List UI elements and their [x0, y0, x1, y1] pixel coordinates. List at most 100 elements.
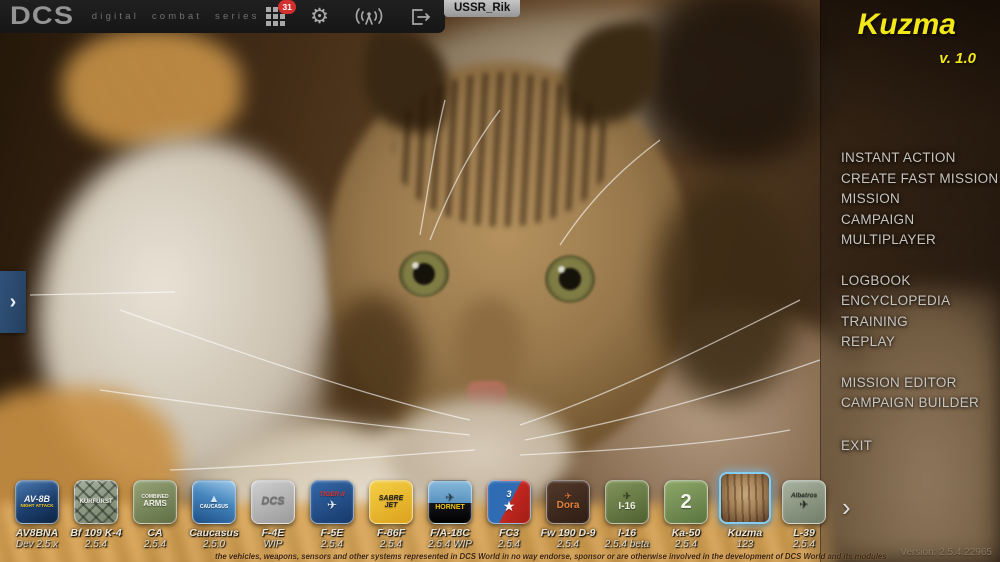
- module-version: 2.5.4: [379, 539, 403, 550]
- menu-group-editors: MISSION EDITOR CAMPAIGN BUILDER: [841, 373, 998, 414]
- module-version: 2.5.4: [556, 539, 580, 550]
- module-i-16[interactable]: ✈ I-16 I-16 2.5.4 beta: [604, 480, 650, 550]
- cat-eye-left: [399, 251, 449, 297]
- menu-item-encyclopedia[interactable]: ENCYCLOPEDIA: [841, 291, 998, 312]
- module-version: 2.5.4: [143, 539, 167, 550]
- module-icon: AV-8B NIGHT ATTACK: [15, 480, 59, 524]
- module-ka-50[interactable]: 2 Ka-50 2.5.4: [663, 480, 709, 550]
- module-f-4e[interactable]: DCS F-4E WIP: [250, 480, 296, 550]
- module-icon-text: Dora: [556, 500, 580, 512]
- left-slideout-tab[interactable]: ›: [0, 271, 26, 333]
- menu-item-multiplayer[interactable]: MULTIPLAYER: [841, 230, 998, 251]
- module-icon-text: ARMS: [143, 499, 167, 509]
- module-version: 2.5.4: [497, 539, 521, 550]
- menu-item-replay[interactable]: REPLAY: [841, 332, 998, 353]
- module-name: F-4E: [261, 527, 285, 539]
- logout-icon[interactable]: [409, 7, 431, 27]
- module-f-5e[interactable]: TIGER II ✈ F-5E 2.5.4: [309, 480, 355, 550]
- module-fc3[interactable]: 3 ★ FC3 2.5.4: [486, 480, 532, 550]
- module-manager-badge: 31: [278, 0, 297, 14]
- module-name: Fw 190 D-9: [540, 527, 596, 539]
- module-name: FC3: [499, 527, 519, 539]
- module-icon-text: ★: [502, 498, 516, 515]
- menu-item-instant-action[interactable]: INSTANT ACTION: [841, 148, 998, 169]
- module-name: Ka-50: [671, 527, 701, 539]
- module-caucasus[interactable]: ▲ CAUCASUS Caucasus 2.5.0: [189, 480, 239, 550]
- module-icon-text: DCS: [261, 495, 285, 508]
- dcs-logo: DCS: [10, 2, 75, 30]
- menu-item-training[interactable]: TRAINING: [841, 312, 998, 333]
- module-icon: [719, 472, 771, 524]
- module-name: Caucasus: [189, 527, 239, 539]
- module-icon: SABRE JET: [369, 480, 413, 524]
- module-icon: COMBINED ARMS: [133, 480, 177, 524]
- menu-group-play: INSTANT ACTION CREATE FAST MISSION MISSION…: [841, 148, 998, 251]
- module-icon: KURFÜRST: [74, 480, 118, 524]
- wallpaper-layer: [412, 262, 419, 269]
- menu-item-exit[interactable]: EXIT: [841, 436, 998, 457]
- module-bf-109-k-4[interactable]: KURFÜRST Bf 109 K-4 2.5.4: [70, 480, 122, 550]
- module-icon-text: 2: [680, 490, 692, 513]
- user-profile-tab[interactable]: USSR_Rik: [444, 0, 521, 17]
- module-f-86f[interactable]: SABRE JET F-86F 2.5.4: [368, 480, 414, 550]
- menu-item-create-fast-mission[interactable]: CREATE FAST MISSION: [841, 169, 998, 190]
- dcs-tagline: digital combat series: [91, 11, 260, 22]
- module-icon-text: KURFÜRST: [79, 498, 113, 505]
- cat-eye-right: [545, 255, 595, 303]
- wallpaper-layer: [326, 295, 421, 430]
- main-menu: INSTANT ACTION CREATE FAST MISSION MISSION…: [841, 148, 998, 456]
- module-version: 2.5.4: [792, 539, 816, 550]
- top-bar-icons: 31 ⚙: [266, 0, 431, 28]
- module-manager-icon[interactable]: 31: [266, 0, 297, 26]
- module-f-a-18c[interactable]: ✈ HORNET F/A-18C 2.5.4 WIP: [427, 480, 473, 550]
- menu-item-mission-editor[interactable]: MISSION EDITOR: [841, 373, 998, 394]
- module-icon: ✈ I-16: [605, 480, 649, 524]
- module-icon-text: SABRE: [378, 494, 404, 502]
- module-icon-text: HORNET: [435, 504, 465, 512]
- module-icon-text: NIGHT ATTACK: [20, 503, 54, 509]
- module-icon-text: ✈: [799, 498, 809, 511]
- menu-item-mission[interactable]: MISSION: [841, 189, 998, 210]
- module-name: F-5E: [320, 527, 344, 539]
- module-av8bna[interactable]: AV-8B NIGHT ATTACK AV8BNA Dev 2.5.x: [14, 480, 60, 550]
- module-icon: DCS: [251, 480, 295, 524]
- module-name: L-39: [793, 527, 815, 539]
- menu-item-campaign-builder[interactable]: CAMPAIGN BUILDER: [841, 393, 998, 414]
- module-version: WIP: [263, 539, 283, 550]
- module-name: CA: [147, 527, 163, 539]
- wallpaper-layer: [655, 178, 800, 403]
- cat-forehead-stripes: [393, 72, 611, 227]
- module-icon-text: JET: [384, 502, 398, 509]
- module-version: 123: [736, 539, 754, 550]
- module-icon: 3 ★: [487, 480, 531, 524]
- module-icon: Albatros ✈: [782, 480, 826, 524]
- module-icon-text: ✈: [326, 498, 338, 513]
- module-l-39[interactable]: Albatros ✈ L-39 2.5.4: [781, 480, 827, 550]
- menu-item-campaign[interactable]: CAMPAIGN: [841, 210, 998, 231]
- module-row-next-chevron[interactable]: ›: [842, 494, 851, 520]
- module-icon-text: I-16: [618, 501, 636, 512]
- settings-gear-icon[interactable]: ⚙: [310, 6, 329, 27]
- module-name: I-16: [617, 527, 637, 539]
- build-version: Version: 2.5.4.22965: [900, 547, 992, 558]
- module-icon: ✈ HORNET: [428, 480, 472, 524]
- module-icon-text: CAUCASUS: [199, 504, 229, 511]
- module-name: Bf 109 K-4: [70, 527, 122, 539]
- mod-version-label: v. 1.0: [939, 50, 976, 67]
- module-version: 2.5.4: [84, 539, 108, 550]
- menu-item-logbook[interactable]: LOGBOOK: [841, 271, 998, 292]
- module-ca[interactable]: COMBINED ARMS CA 2.5.4: [132, 480, 178, 550]
- chevron-right-icon: ›: [9, 290, 17, 313]
- module-name: AV8BNA: [15, 527, 59, 539]
- module-name: F-86F: [376, 527, 405, 539]
- menu-group-tools: LOGBOOK ENCYCLOPEDIA TRAINING REPLAY: [841, 271, 998, 353]
- module-version: 2.5.4: [674, 539, 698, 550]
- module-kuzma[interactable]: Kuzma 123: [719, 472, 771, 550]
- module-icon: ✈ Dora: [546, 480, 590, 524]
- module-name: F/A-18C: [430, 527, 470, 539]
- module-fw-190-d-9[interactable]: ✈ Dora Fw 190 D-9 2.5.4: [541, 480, 595, 550]
- top-bar: DCS digital combat series 31 ⚙: [0, 0, 445, 33]
- module-icon: 2: [664, 480, 708, 524]
- module-version: 2.5.0: [202, 539, 226, 550]
- broadcast-icon[interactable]: [354, 6, 384, 28]
